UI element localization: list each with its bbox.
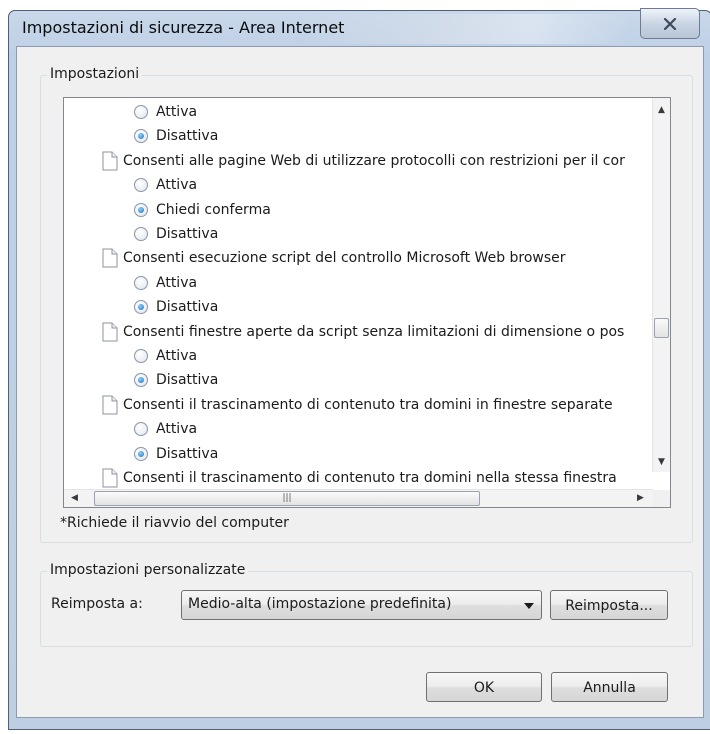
document-icon bbox=[102, 322, 118, 342]
settings-group-title: Impostazioni bbox=[47, 66, 143, 82]
security-settings-dialog: Impostazioni di sicurezza - Area Interne… bbox=[0, 0, 710, 734]
chevron-down-icon bbox=[524, 603, 534, 609]
radio-option-label: Disattiva bbox=[156, 226, 219, 242]
radio-option[interactable]: Disattiva bbox=[64, 295, 652, 319]
radio-option[interactable]: Disattiva bbox=[64, 368, 652, 392]
radio-option-label: Attiva bbox=[156, 104, 198, 120]
radio-option[interactable]: Attiva bbox=[64, 417, 652, 441]
radio-option-label: Disattiva bbox=[156, 372, 219, 389]
horizontal-scroll-thumb[interactable]: ||| bbox=[94, 491, 480, 506]
setting-header: Consenti finestre aperte da script senza… bbox=[64, 320, 652, 344]
scroll-left-icon[interactable]: ◀ bbox=[66, 490, 83, 507]
radio-selected-icon[interactable] bbox=[134, 129, 148, 144]
setting-header: Consenti il trascinamento di contenuto t… bbox=[64, 393, 652, 417]
radio-unselected-icon[interactable] bbox=[134, 227, 148, 241]
close-icon bbox=[663, 17, 677, 30]
radio-option-label: Attiva bbox=[156, 348, 198, 364]
radio-unselected-icon[interactable] bbox=[134, 178, 148, 193]
ok-button[interactable]: OK bbox=[426, 672, 542, 702]
setting-header-label: Consenti il trascinamento di contenuto t… bbox=[123, 470, 617, 486]
radio-option-label: Attiva bbox=[156, 421, 198, 438]
radio-selected-icon[interactable] bbox=[134, 202, 148, 217]
radio-option-label: Attiva bbox=[156, 274, 198, 291]
scroll-up-icon[interactable]: ▲ bbox=[653, 102, 670, 119]
radio-option[interactable]: Attiva bbox=[64, 344, 652, 368]
radio-option[interactable]: Attiva bbox=[64, 100, 652, 124]
radio-option-label: Disattiva bbox=[156, 299, 219, 316]
document-icon bbox=[102, 468, 118, 488]
restart-footnote: *Richiede il riavvio del computer bbox=[60, 515, 289, 531]
radio-option[interactable]: Chiedi conferma bbox=[64, 198, 652, 222]
radio-option[interactable]: Disattiva bbox=[64, 222, 652, 246]
radio-option-label: Attiva bbox=[156, 177, 198, 194]
radio-selected-icon[interactable] bbox=[134, 446, 148, 461]
titlebar-glow bbox=[300, 14, 630, 44]
window-title: Impostazioni di sicurezza - Area Interne… bbox=[22, 18, 345, 37]
reset-level-value: Medio-alta (impostazione predefinita) bbox=[188, 596, 452, 612]
vertical-scroll-thumb[interactable] bbox=[654, 317, 669, 338]
setting-header-label: Consenti esecuzione script del controllo… bbox=[123, 250, 566, 267]
settings-list[interactable]: Attiva Disattiva Consenti alle pagine Web … bbox=[63, 97, 671, 508]
scroll-right-icon[interactable]: ▶ bbox=[632, 490, 649, 507]
document-icon bbox=[102, 395, 118, 415]
horizontal-scrollbar[interactable]: ◀ ||| ▶ bbox=[64, 489, 653, 507]
radio-option-label: Disattiva bbox=[156, 128, 219, 145]
radio-unselected-icon[interactable] bbox=[134, 422, 148, 437]
radio-option[interactable]: Disattiva bbox=[64, 442, 652, 466]
radio-selected-icon[interactable] bbox=[134, 373, 148, 388]
document-icon bbox=[102, 151, 118, 171]
reset-button[interactable]: Reimposta... bbox=[550, 590, 668, 620]
radio-option[interactable]: Attiva bbox=[64, 271, 652, 295]
close-button[interactable] bbox=[640, 8, 700, 39]
document-icon bbox=[102, 248, 118, 268]
radio-option[interactable]: Disattiva bbox=[64, 124, 652, 148]
custom-settings-group-title: Impostazioni personalizzate bbox=[47, 562, 249, 578]
radio-unselected-icon[interactable] bbox=[134, 275, 148, 290]
setting-header: Consenti alle pagine Web di utilizzare p… bbox=[64, 149, 652, 173]
radio-selected-icon[interactable] bbox=[134, 300, 148, 315]
cancel-button[interactable]: Annulla bbox=[551, 672, 668, 702]
setting-header: Consenti esecuzione script del controllo… bbox=[64, 246, 652, 270]
setting-header: Consenti il trascinamento di contenuto t… bbox=[64, 466, 652, 490]
radio-option-label: Disattiva bbox=[156, 445, 219, 462]
scroll-down-icon[interactable]: ▼ bbox=[653, 454, 670, 471]
reset-to-label: Reimposta a: bbox=[51, 596, 143, 612]
radio-unselected-icon[interactable] bbox=[134, 349, 148, 363]
radio-option-label: Chiedi conferma bbox=[156, 201, 271, 218]
radio-option[interactable]: Attiva bbox=[64, 173, 652, 197]
scrollbar-corner bbox=[653, 490, 670, 507]
setting-header-label: Consenti finestre aperte da script senza… bbox=[123, 323, 625, 340]
vertical-scrollbar[interactable]: ▲ ▼ bbox=[652, 98, 670, 472]
radio-unselected-icon[interactable] bbox=[134, 105, 148, 119]
setting-header-label: Consenti il trascinamento di contenuto t… bbox=[123, 396, 613, 413]
reset-level-select[interactable]: Medio-alta (impostazione predefinita) bbox=[181, 590, 542, 620]
setting-header-label: Consenti alle pagine Web di utilizzare p… bbox=[123, 152, 625, 169]
